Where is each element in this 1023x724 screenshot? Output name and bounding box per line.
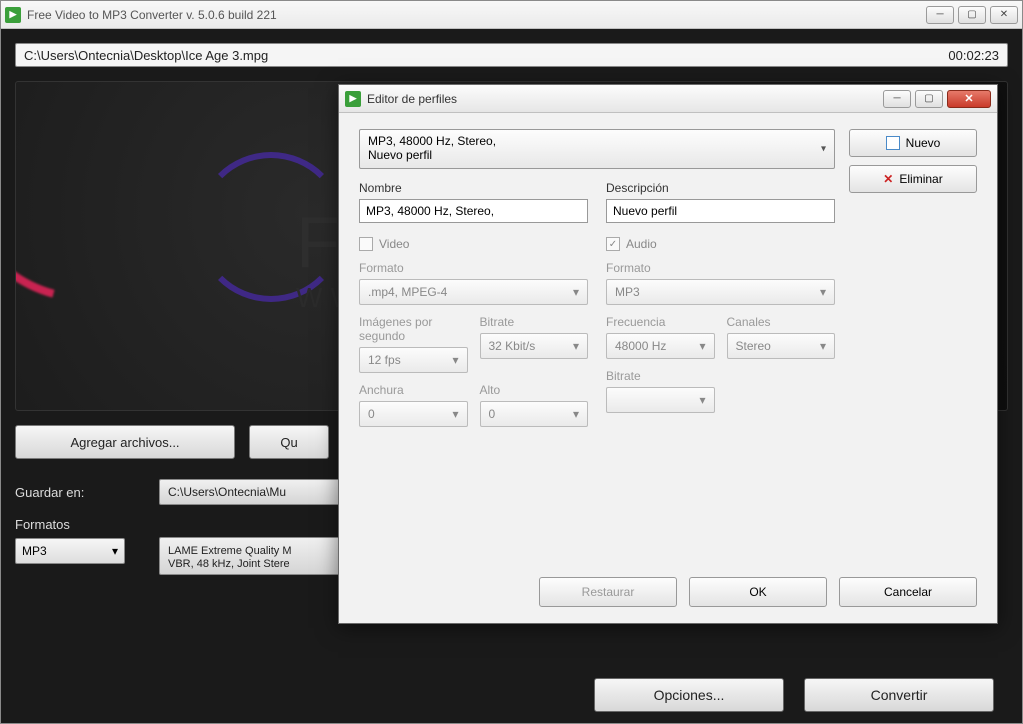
new-profile-button[interactable]: Nuevo (849, 129, 977, 157)
chevron-down-icon: ▾ (573, 407, 579, 421)
height-select[interactable]: 0▾ (480, 401, 589, 427)
file-path: C:\Users\Ontecnia\Desktop\Ice Age 3.mpg (24, 48, 948, 63)
profile-line2: VBR, 48 kHz, Joint Stere (168, 558, 290, 571)
chevron-down-icon: ▾ (820, 339, 826, 353)
video-bitrate-select[interactable]: 32 Kbit/s▾ (480, 333, 589, 359)
chevron-down-icon: ▾ (112, 544, 118, 558)
profile-combo[interactable]: MP3, 48000 Hz, Stereo, Nuevo perfil ▾ (359, 129, 835, 169)
add-files-button[interactable]: Agregar archivos... (15, 425, 235, 459)
description-label: Descripción (606, 181, 835, 195)
formats-label: Formatos (15, 517, 145, 532)
combo-line2: Nuevo perfil (368, 149, 496, 163)
width-label: Anchura (359, 383, 468, 397)
audio-format-label: Formato (606, 261, 835, 275)
name-label: Nombre (359, 181, 588, 195)
description-input[interactable] (606, 199, 835, 223)
document-icon (886, 136, 900, 150)
maximize-button[interactable]: ▢ (958, 6, 986, 24)
video-section: Video Formato .mp4, MPEG-4▾ Imágenes por… (359, 237, 588, 427)
cancel-button[interactable]: Cancelar (839, 577, 977, 607)
close-button[interactable]: ✕ (990, 6, 1018, 24)
audio-section: ✓ Audio Formato MP3▾ Frecuencia 48000 Hz… (606, 237, 835, 427)
profile-line1: LAME Extreme Quality M (168, 545, 291, 558)
chevron-down-icon: ▾ (573, 339, 579, 353)
format-value: MP3 (22, 544, 47, 558)
height-label: Alto (480, 383, 589, 397)
chevron-down-icon: ▾ (573, 285, 579, 299)
channels-label: Canales (727, 315, 836, 329)
video-format-label: Formato (359, 261, 588, 275)
frequency-select[interactable]: 48000 Hz▾ (606, 333, 715, 359)
audio-title: Audio (626, 237, 657, 251)
dialog-title: Editor de perfiles (367, 92, 883, 106)
width-select[interactable]: 0▾ (359, 401, 468, 427)
audio-bitrate-label: Bitrate (606, 369, 715, 383)
options-button[interactable]: Opciones... (594, 678, 784, 712)
delete-icon: ✕ (883, 172, 893, 186)
video-checkbox[interactable] (359, 237, 373, 251)
chevron-down-icon: ▾ (699, 339, 705, 353)
combo-line1: MP3, 48000 Hz, Stereo, (368, 135, 496, 149)
fps-label: Imágenes por segundo (359, 315, 468, 343)
remove-button[interactable]: Qu (249, 425, 329, 459)
ok-button[interactable]: OK (689, 577, 827, 607)
audio-checkbox[interactable]: ✓ (606, 237, 620, 251)
dialog-titlebar: ▶ Editor de perfiles ─ ▢ ✕ (339, 85, 997, 113)
format-select[interactable]: MP3 ▾ (15, 538, 125, 564)
fps-select[interactable]: 12 fps▾ (359, 347, 468, 373)
name-input[interactable] (359, 199, 588, 223)
convert-button[interactable]: Convertir (804, 678, 994, 712)
main-titlebar: ▶ Free Video to MP3 Converter v. 5.0.6 b… (1, 1, 1022, 29)
video-format-select[interactable]: .mp4, MPEG-4▾ (359, 279, 588, 305)
file-duration: 00:02:23 (948, 48, 999, 63)
audio-bitrate-select[interactable]: ▾ (606, 387, 715, 413)
dialog-close-button[interactable]: ✕ (947, 90, 991, 108)
bottom-bar: Opciones... Convertir (1, 667, 1022, 723)
save-in-label: Guardar en: (15, 485, 145, 500)
chevron-down-icon: ▾ (820, 285, 826, 299)
profile-editor-dialog: ▶ Editor de perfiles ─ ▢ ✕ MP3, 48000 Hz… (338, 84, 998, 624)
chevron-down-icon: ▾ (452, 407, 458, 421)
app-icon: ▶ (5, 7, 21, 23)
channels-select[interactable]: Stereo▾ (727, 333, 836, 359)
dialog-minimize-button[interactable]: ─ (883, 90, 911, 108)
chevron-down-icon: ▾ (452, 353, 458, 367)
restore-button[interactable]: Restaurar (539, 577, 677, 607)
video-bitrate-label: Bitrate (480, 315, 589, 329)
app-icon: ▶ (345, 91, 361, 107)
audio-format-select[interactable]: MP3▾ (606, 279, 835, 305)
video-title: Video (379, 237, 409, 251)
main-title: Free Video to MP3 Converter v. 5.0.6 bui… (27, 8, 926, 22)
delete-profile-button[interactable]: ✕ Eliminar (849, 165, 977, 193)
chevron-down-icon: ▾ (699, 393, 705, 407)
chevron-down-icon: ▾ (821, 143, 826, 155)
minimize-button[interactable]: ─ (926, 6, 954, 24)
frequency-label: Frecuencia (606, 315, 715, 329)
dialog-maximize-button[interactable]: ▢ (915, 90, 943, 108)
file-bar: C:\Users\Ontecnia\Desktop\Ice Age 3.mpg … (15, 43, 1008, 67)
